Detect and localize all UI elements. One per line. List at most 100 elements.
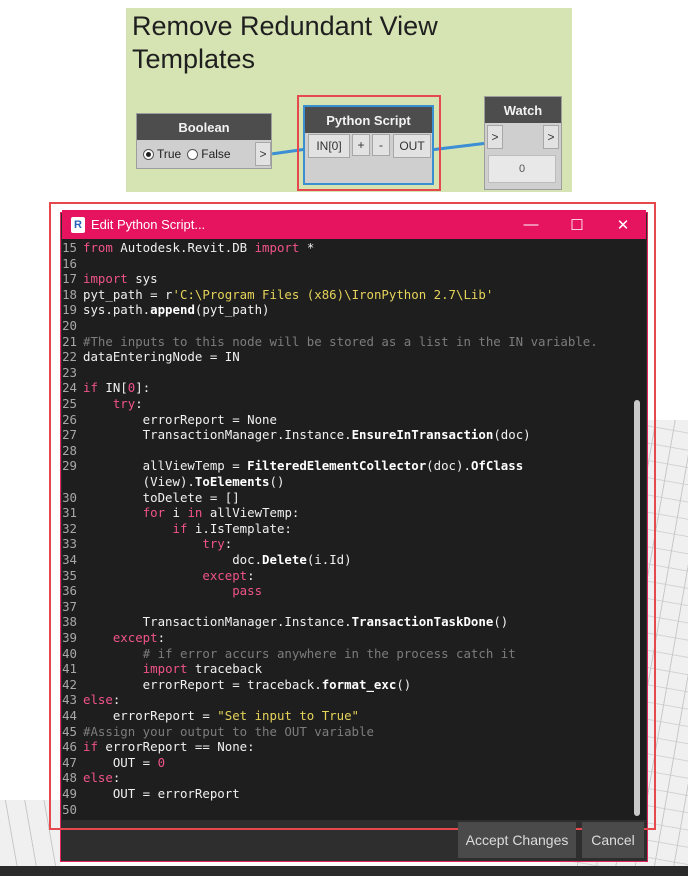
- code-token: append: [150, 302, 195, 318]
- code-token: OfClass: [470, 458, 524, 474]
- code-token: #The inputs to this node will be stored …: [83, 333, 598, 349]
- code-line[interactable]: 33 try:: [62, 536, 232, 552]
- code-token: Delete: [262, 552, 307, 567]
- line-number: 44: [62, 708, 77, 723]
- code-line[interactable]: 19 sys.path.append(pyt_path): [62, 302, 270, 318]
- code-token: sys.path.: [83, 302, 151, 318]
- code-line[interactable]: 20: [62, 318, 83, 334]
- code-line[interactable]: 28: [62, 443, 83, 459]
- radio-true[interactable]: True: [143, 147, 181, 161]
- code-token: pass: [232, 583, 263, 599]
- line-number: 47: [62, 754, 77, 770]
- remove-port-button[interactable]: -: [372, 134, 390, 156]
- code-line[interactable]: 46 if errorReport == None:: [62, 739, 255, 755]
- line-number: 23: [62, 364, 77, 380]
- maximize-button[interactable]: ☐: [554, 210, 600, 239]
- code-token: errorReport =: [83, 708, 218, 723]
- code-token: 'C:\Program Files (x86)\IronPython 2.7\L…: [172, 286, 494, 302]
- code-line[interactable]: 38 TransactionManager.Instance.Transacti…: [62, 614, 508, 630]
- code-line[interactable]: (View).ToElements(): [62, 474, 285, 490]
- code-token: :: [157, 630, 166, 645]
- code-line[interactable]: 27 TransactionManager.Instance.EnsureInT…: [62, 427, 531, 443]
- python-output-port[interactable]: OUT: [393, 134, 431, 158]
- python-script-node[interactable]: Python Script IN[0] + - OUT: [305, 107, 432, 183]
- line-number: 21: [62, 333, 77, 349]
- code-line[interactable]: 36 pass: [62, 583, 262, 599]
- code-line[interactable]: 37: [62, 599, 83, 615]
- code-token: if: [172, 520, 188, 536]
- code-line[interactable]: 45 #Assign your output to the OUT variabl…: [62, 724, 374, 740]
- line-number: 26: [62, 411, 77, 427]
- code-token: (doc): [493, 427, 531, 443]
- code-line[interactable]: 50: [62, 802, 83, 818]
- code-line[interactable]: 44 errorReport = "Set input to True": [62, 708, 359, 724]
- code-token: for: [142, 505, 166, 521]
- code-token: :: [224, 536, 233, 552]
- python-input-port[interactable]: IN[0]: [308, 134, 350, 158]
- code-line[interactable]: 48 else:: [62, 770, 120, 786]
- boolean-node[interactable]: Boolean True False >: [137, 114, 271, 168]
- code-line[interactable]: 16: [62, 256, 83, 272]
- boolean-output-port[interactable]: >: [255, 142, 271, 166]
- code-line[interactable]: 47 OUT = 0: [62, 755, 165, 771]
- line-number: 40: [62, 645, 77, 661]
- code-line[interactable]: 26 errorReport = None: [62, 412, 277, 428]
- code-token: traceback: [187, 661, 263, 677]
- code-line[interactable]: 32 if i.IsTemplate:: [62, 521, 292, 537]
- code-line[interactable]: 22 dataEnteringNode = IN: [62, 349, 240, 365]
- code-token: else: [83, 692, 113, 708]
- radio-false-label: False: [201, 147, 231, 161]
- code-line[interactable]: 23: [62, 365, 83, 381]
- watch-output-port[interactable]: >: [543, 125, 559, 149]
- line-number: 45: [62, 723, 77, 739]
- editor-titlebar[interactable]: R Edit Python Script... — ☐ ✕: [62, 210, 646, 239]
- code-line[interactable]: 41 import traceback: [62, 661, 262, 677]
- radio-true-label: True: [157, 147, 182, 161]
- line-number: 28: [62, 442, 77, 458]
- code-line[interactable]: 35 except:: [62, 568, 255, 584]
- code-line[interactable]: 34 doc.Delete(i.Id): [62, 552, 352, 568]
- code-line[interactable]: 29 allViewTemp = FilteredElementCollecto…: [62, 458, 523, 474]
- code-token: (pyt_path): [194, 302, 270, 318]
- code-token: try: [202, 536, 225, 552]
- minimize-button[interactable]: —: [508, 210, 554, 239]
- line-number: 30: [62, 489, 77, 505]
- code-token: (i.Id): [306, 552, 352, 567]
- watch-input-port[interactable]: >: [487, 125, 503, 149]
- code-token: allViewTemp =: [83, 458, 248, 474]
- cancel-button[interactable]: Cancel: [582, 822, 644, 858]
- code-editor[interactable]: 15 from Autodesk.Revit.DB import * 16 17 imp…: [62, 239, 646, 820]
- code-token: #Assign your output to the OUT variable: [83, 723, 374, 739]
- code-token: doc.: [83, 552, 263, 567]
- close-button[interactable]: ✕: [600, 210, 646, 239]
- code-token: ToElements: [194, 474, 270, 489]
- code-line[interactable]: 31 for i in allViewTemp:: [62, 505, 299, 521]
- code-line[interactable]: 42 errorReport = traceback.format_exc(): [62, 677, 411, 693]
- line-number: 50: [62, 801, 77, 817]
- code-token: ]:: [135, 380, 151, 396]
- code-line[interactable]: 24 if IN[0]:: [62, 380, 150, 396]
- code-line[interactable]: 39 except:: [62, 630, 165, 646]
- code-line[interactable]: 15 from Autodesk.Revit.DB import *: [62, 240, 314, 256]
- code-token: import: [254, 240, 300, 255]
- accept-changes-button[interactable]: Accept Changes: [458, 822, 576, 858]
- code-token: i: [165, 505, 188, 521]
- code-line[interactable]: 18 pyt_path = r'C:\Program Files (x86)\Ir…: [62, 287, 493, 303]
- watch-node[interactable]: Watch > > 0: [485, 97, 561, 189]
- code-line[interactable]: 49 OUT = errorReport: [62, 786, 240, 802]
- code-line[interactable]: 21 #The inputs to this node will be store…: [62, 334, 598, 350]
- code-line[interactable]: 25 try:: [62, 396, 143, 412]
- code-token: TransactionTaskDone: [351, 614, 494, 630]
- code-line[interactable]: 17 import sys: [62, 271, 158, 287]
- code-line[interactable]: 43 else:: [62, 692, 120, 708]
- code-token: except: [112, 630, 158, 645]
- code-token: :: [112, 770, 121, 786]
- code-line[interactable]: 30 toDelete = []: [62, 490, 240, 506]
- add-port-button[interactable]: +: [352, 134, 370, 156]
- radio-false[interactable]: False: [187, 147, 231, 161]
- editor-scrollbar[interactable]: [634, 400, 640, 816]
- code-line[interactable]: 40 # if error accurs anywhere in the pro…: [62, 646, 516, 662]
